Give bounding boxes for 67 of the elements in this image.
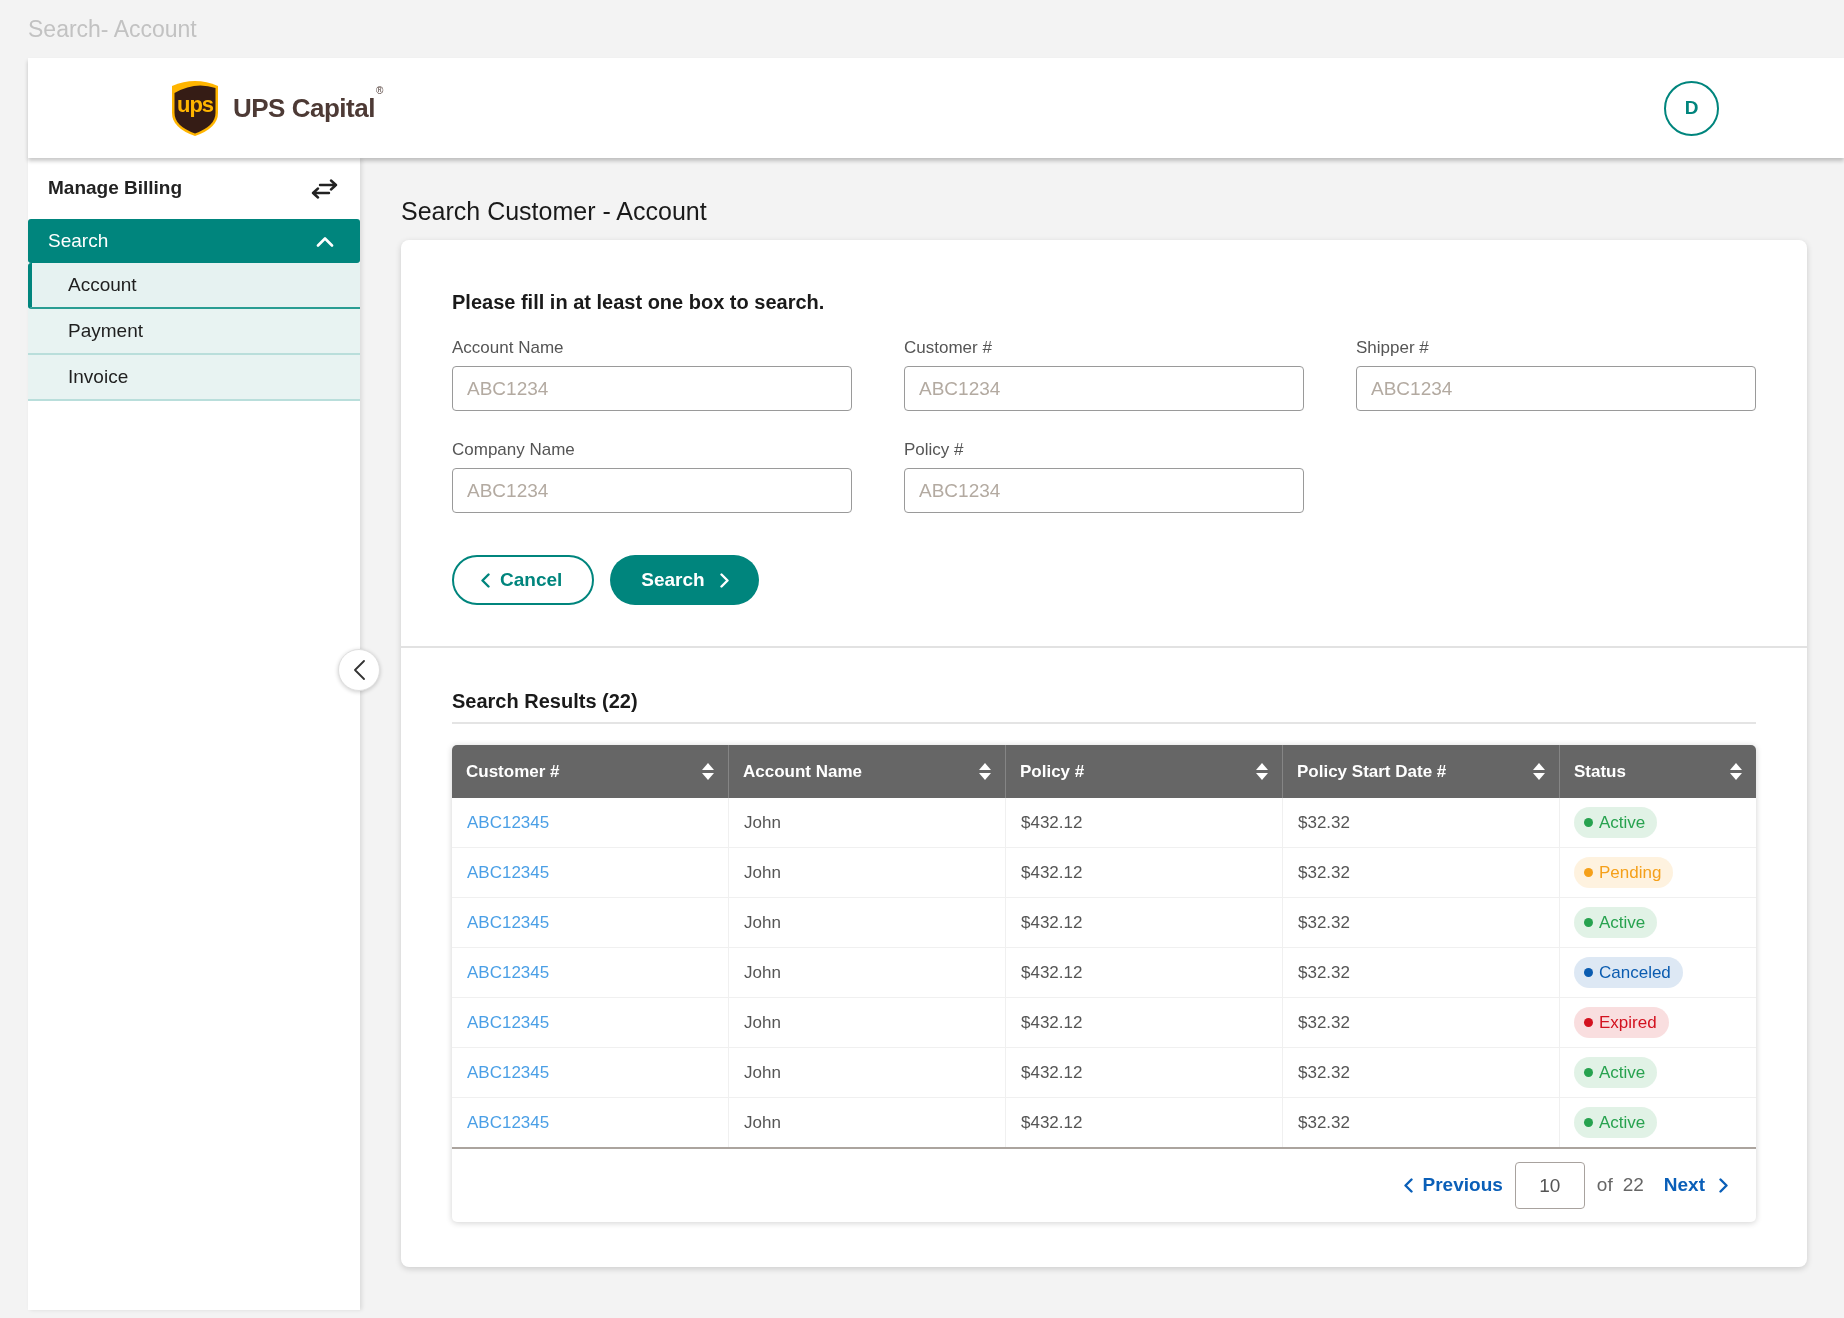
text-input[interactable]: ABC1234 [904, 468, 1304, 513]
text-input[interactable]: ABC1234 [452, 366, 852, 411]
field-label: Company Name [452, 440, 575, 460]
field-label: Customer # [904, 338, 992, 358]
table-cell: $32.32 [1283, 948, 1560, 997]
table-cell: $32.32 [1283, 1098, 1560, 1147]
status-label: Active [1599, 1111, 1646, 1134]
table-cell: $432.12 [1006, 848, 1283, 897]
results-title: Search Results (22) [452, 689, 638, 713]
text-input[interactable]: ABC1234 [1356, 366, 1756, 411]
status-label: Active [1599, 911, 1646, 934]
nav-item[interactable]: Payment [28, 309, 360, 355]
page-input[interactable]: 10 [1514, 1162, 1585, 1209]
page-title: Search Customer - Account [401, 196, 707, 226]
table-cell: $32.32 [1283, 898, 1560, 947]
cancel-button[interactable]: Cancel [452, 555, 595, 605]
column-header[interactable]: Customer # [452, 745, 729, 798]
chevron-left-icon [353, 660, 365, 680]
instruction-text: Please fill in at least one box to search. [452, 290, 825, 314]
table-cell: $432.12 [1006, 898, 1283, 947]
status-label: Active [1599, 1061, 1646, 1084]
column-header[interactable]: Status [1560, 745, 1756, 798]
table-cell: $32.32 [1283, 1048, 1560, 1097]
chevron-right-icon [1719, 1178, 1728, 1193]
table-cell: $432.12 [1006, 998, 1283, 1047]
table-cell: John [729, 898, 1006, 947]
chevron-left-icon [1403, 1178, 1413, 1193]
chevron-right-icon [719, 572, 729, 588]
field-label: Policy # [904, 440, 964, 460]
previous-button[interactable]: Previous [1403, 1171, 1503, 1200]
table-cell: John [729, 948, 1006, 997]
table-cell: $432.12 [1006, 1098, 1283, 1147]
status-label: Expired [1599, 1011, 1657, 1034]
shield-logo: ups [170, 79, 220, 137]
page-total: 22 [1622, 1173, 1644, 1198]
field-label: Account Name [452, 338, 564, 358]
field-label: Shipper # [1356, 338, 1429, 358]
text-input[interactable]: ABC1234 [904, 366, 1304, 411]
table-cell: John [729, 798, 1006, 847]
status-label: Active [1599, 811, 1646, 834]
nav-group-button[interactable]: Search [28, 219, 360, 263]
table-cell: John [729, 848, 1006, 897]
table-cell: $432.12 [1006, 1048, 1283, 1097]
swap-arrows-icon[interactable] [311, 178, 338, 199]
table-cell: John [729, 1048, 1006, 1097]
status-label: Pending [1599, 861, 1662, 884]
status-label: Canceled [1599, 961, 1671, 984]
table-cell: John [729, 998, 1006, 1047]
column-header[interactable]: Policy # [1006, 745, 1283, 798]
table-cell: $32.32 [1283, 848, 1560, 897]
nav-item[interactable]: Account [28, 263, 360, 309]
collapse-sidebar-button[interactable] [338, 649, 380, 691]
table-cell: $432.12 [1006, 948, 1283, 997]
avatar-button[interactable]: D [1664, 80, 1719, 136]
next-button[interactable]: Next [1663, 1171, 1728, 1200]
page-of-label: of [1596, 1173, 1613, 1198]
table-cell: $32.32 [1283, 798, 1560, 847]
column-header[interactable]: Policy Start Date # [1283, 745, 1560, 798]
sidebar-title: Manage Billing [48, 176, 183, 201]
column-header[interactable]: Account Name [729, 745, 1006, 798]
table-cell: $32.32 [1283, 998, 1560, 1047]
table-cell: $432.12 [1006, 798, 1283, 847]
search-button[interactable]: Search [610, 555, 759, 605]
text-input[interactable]: ABC1234 [452, 468, 852, 513]
nav-item[interactable]: Invoice [28, 355, 360, 401]
table-cell: John [729, 1098, 1006, 1147]
chevron-left-icon [481, 572, 490, 588]
